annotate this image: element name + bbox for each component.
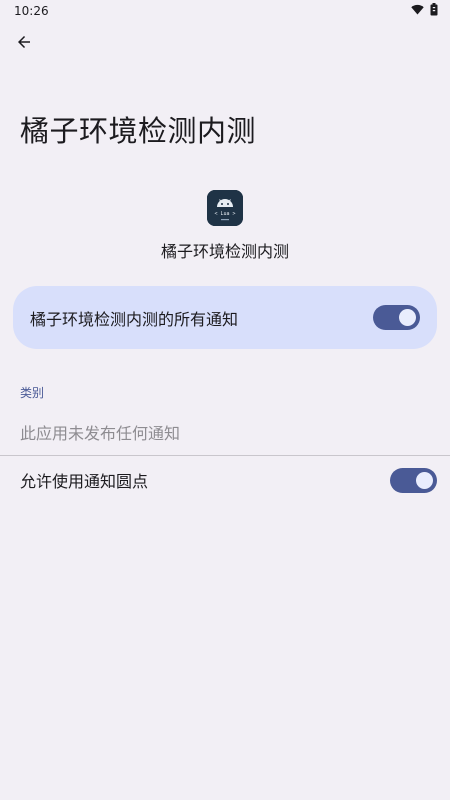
notification-dot-switch[interactable] (390, 467, 437, 493)
battery-icon (430, 3, 438, 19)
app-header: < Lua > 橘子环境检测内测 (0, 190, 450, 262)
all-notifications-switch[interactable] (373, 305, 420, 330)
switch-knob (399, 309, 416, 326)
android-app-icon: < Lua > (207, 190, 243, 226)
status-icons (411, 3, 438, 19)
all-notifications-label: 橘子环境检测内测的所有通知 (30, 309, 239, 329)
categories-section-label: 类别 (20, 386, 45, 400)
wifi-icon (411, 4, 424, 18)
all-notifications-row[interactable]: 橘子环境检测内测的所有通知 (13, 286, 437, 349)
no-notifications-message: 此应用未发布任何通知 (20, 424, 181, 443)
page-title: 橘子环境检测内测 (20, 114, 257, 148)
notification-dot-row[interactable]: 允许使用通知圆点 (0, 456, 450, 504)
back-button[interactable] (10, 30, 38, 58)
app-name: 橘子环境检测内测 (160, 242, 289, 261)
status-bar: 10:26 (0, 0, 450, 22)
status-time: 10:26 (14, 4, 49, 18)
arrow-back-icon (15, 33, 33, 55)
notification-dot-label: 允许使用通知圆点 (20, 472, 149, 491)
switch-knob (416, 471, 433, 489)
app-icon-text: < Lua > (214, 211, 235, 217)
